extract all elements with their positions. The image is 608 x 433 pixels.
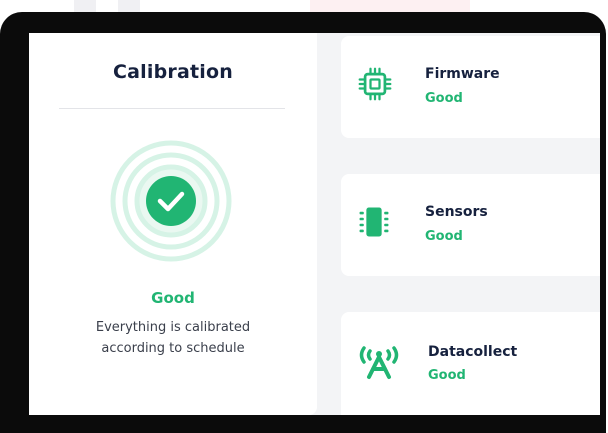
- datacollect-card[interactable]: Datacollect Good: [341, 312, 600, 415]
- firmware-status: Good: [425, 91, 463, 106]
- calibration-description: Everything is calibrated according to sc…: [29, 317, 317, 359]
- antenna-icon: [359, 346, 399, 379]
- firmware-label: Firmware: [425, 66, 500, 82]
- device-screen: Calibration Good Everything is calibrate…: [29, 33, 600, 415]
- chip-icon: [358, 67, 392, 101]
- calibration-status: Good: [151, 289, 195, 307]
- description-line: according to schedule: [101, 341, 245, 356]
- firmware-card[interactable]: Firmware Good: [341, 36, 600, 138]
- divider: [59, 108, 285, 109]
- description-line: Everything is calibrated: [95, 320, 251, 335]
- sensors-card[interactable]: Sensors Good: [341, 174, 600, 276]
- check-circle-icon: [110, 140, 232, 262]
- device-frame: Calibration Good Everything is calibrate…: [0, 12, 606, 433]
- calibration-panel: Calibration Good Everything is calibrate…: [29, 33, 317, 415]
- sensors-status: Good: [425, 229, 463, 244]
- datacollect-status: Good: [428, 368, 466, 383]
- sensors-label: Sensors: [425, 204, 488, 220]
- sensor-icon: [359, 207, 389, 237]
- datacollect-label: Datacollect: [428, 344, 518, 360]
- calibration-title: Calibration: [113, 61, 233, 83]
